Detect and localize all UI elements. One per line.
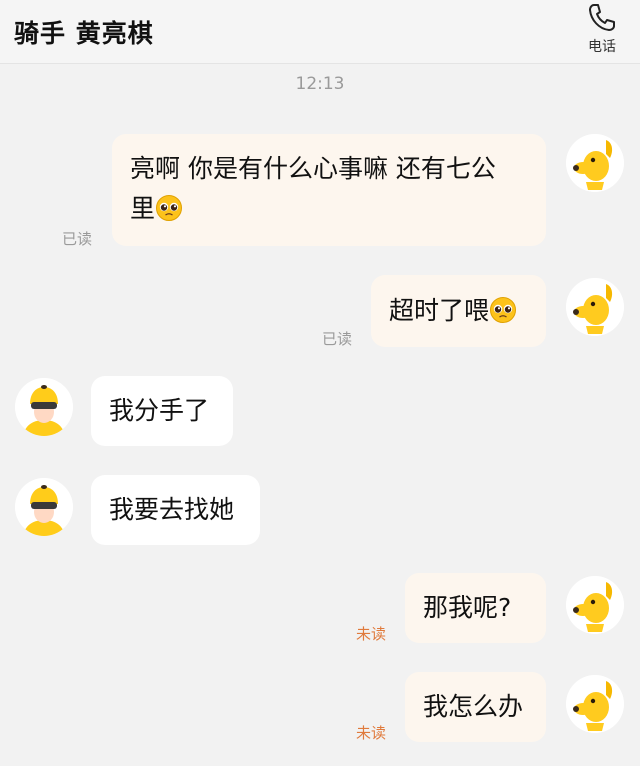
rider-avatar[interactable] — [15, 378, 73, 436]
message-text-line2: 里 — [130, 189, 528, 229]
message-text: 我怎么办 — [423, 692, 524, 721]
read-status: 已读 — [322, 330, 353, 348]
message-bubble-outgoing[interactable]: 那我呢? — [405, 573, 546, 643]
unread-status: 未读 — [356, 724, 387, 742]
yellow-dog-avatar-icon — [566, 134, 624, 192]
call-label: 电话 — [588, 39, 616, 55]
chat-title: 骑手 黄亮棋 — [14, 19, 154, 48]
message-bubble-outgoing[interactable]: 亮啊 你是有什么心事嘛 还有七公 里 — [112, 134, 546, 246]
my-avatar[interactable] — [566, 576, 624, 634]
my-avatar[interactable] — [566, 675, 624, 733]
read-status: 已读 — [62, 230, 93, 248]
my-avatar[interactable] — [566, 134, 624, 192]
call-button[interactable]: 电话 — [582, 2, 622, 60]
message-bubble-outgoing[interactable]: 我怎么办 — [405, 672, 546, 742]
message-text: 我要去找她 — [109, 495, 235, 524]
chat-header: 骑手 黄亮棋 电话 — [0, 0, 640, 64]
message-text: 我分手了 — [109, 396, 210, 425]
message-bubble-outgoing[interactable]: 超时了喂 — [371, 275, 546, 347]
phone-icon — [582, 2, 622, 34]
yellow-dog-avatar-icon — [566, 675, 624, 733]
rider-helmet-avatar-icon — [15, 478, 73, 536]
rider-avatar[interactable] — [15, 478, 73, 536]
rider-helmet-avatar-icon — [15, 378, 73, 436]
message-text-cont: 里 — [130, 194, 156, 223]
my-avatar[interactable] — [566, 278, 624, 336]
unread-status: 未读 — [356, 625, 387, 643]
message-bubble-incoming[interactable]: 我分手了 — [91, 376, 233, 446]
message-text: 亮啊 你是有什么心事嘛 还有七公 — [130, 154, 496, 183]
yellow-dog-avatar-icon — [566, 576, 624, 634]
message-text: 超时了喂 — [389, 296, 490, 325]
pleading-face-emoji-icon — [489, 296, 517, 324]
message-bubble-incoming[interactable]: 我要去找她 — [91, 475, 260, 545]
message-timestamp: 12:13 — [295, 74, 345, 94]
pleading-face-emoji-icon — [155, 194, 183, 222]
message-text: 那我呢? — [423, 593, 512, 622]
yellow-dog-avatar-icon — [566, 278, 624, 336]
